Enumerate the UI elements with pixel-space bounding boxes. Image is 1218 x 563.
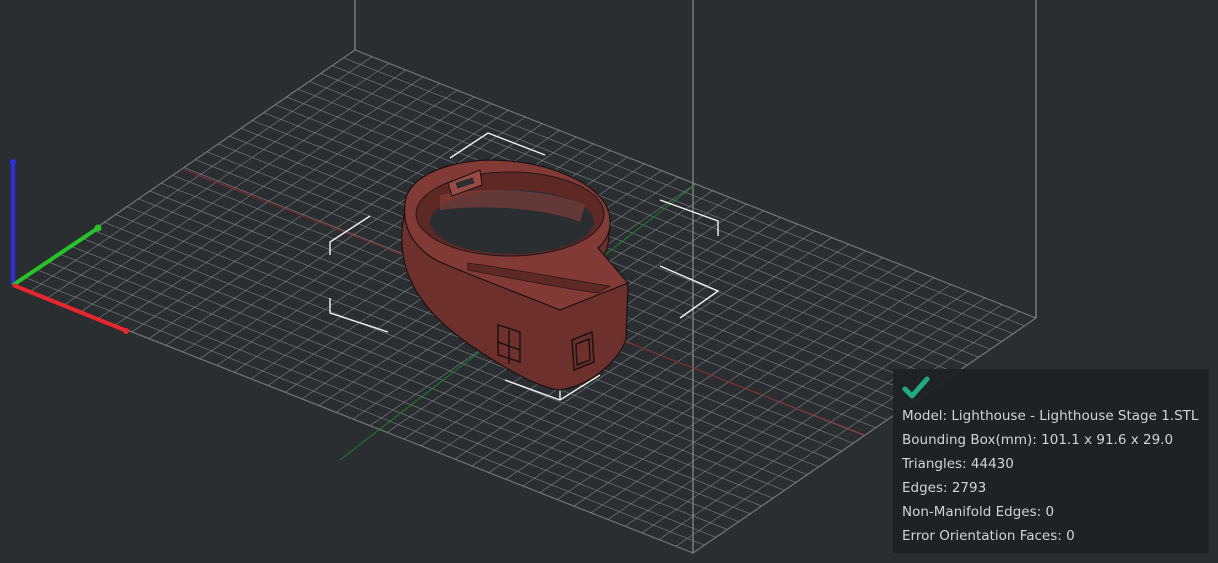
bounding-box-text: Bounding Box(mm): 101.1 x 91.6 x 29.0 <box>902 432 1174 448</box>
y-axis-tip <box>94 224 102 232</box>
z-axis-tip <box>10 159 16 165</box>
non-manifold-edges-text: Non-Manifold Edges: 0 <box>902 504 1055 520</box>
model-info-panel: Model: Lighthouse - Lighthouse Stage 1.S… <box>893 369 1209 553</box>
3d-viewport[interactable]: Model: Lighthouse - Lighthouse Stage 1.S… <box>0 0 1218 563</box>
edges-text: Edges: 2793 <box>902 480 987 496</box>
error-orientation-faces-text: Error Orientation Faces: 0 <box>902 528 1075 544</box>
lighthouse-model[interactable] <box>401 159 630 391</box>
checkmark-icon <box>902 376 930 399</box>
model-name-text: Model: Lighthouse - Lighthouse Stage 1.S… <box>902 408 1199 424</box>
axis-gizmo <box>10 159 129 334</box>
x-axis-tip <box>123 328 129 334</box>
triangles-text: Triangles: 44430 <box>902 456 1014 472</box>
